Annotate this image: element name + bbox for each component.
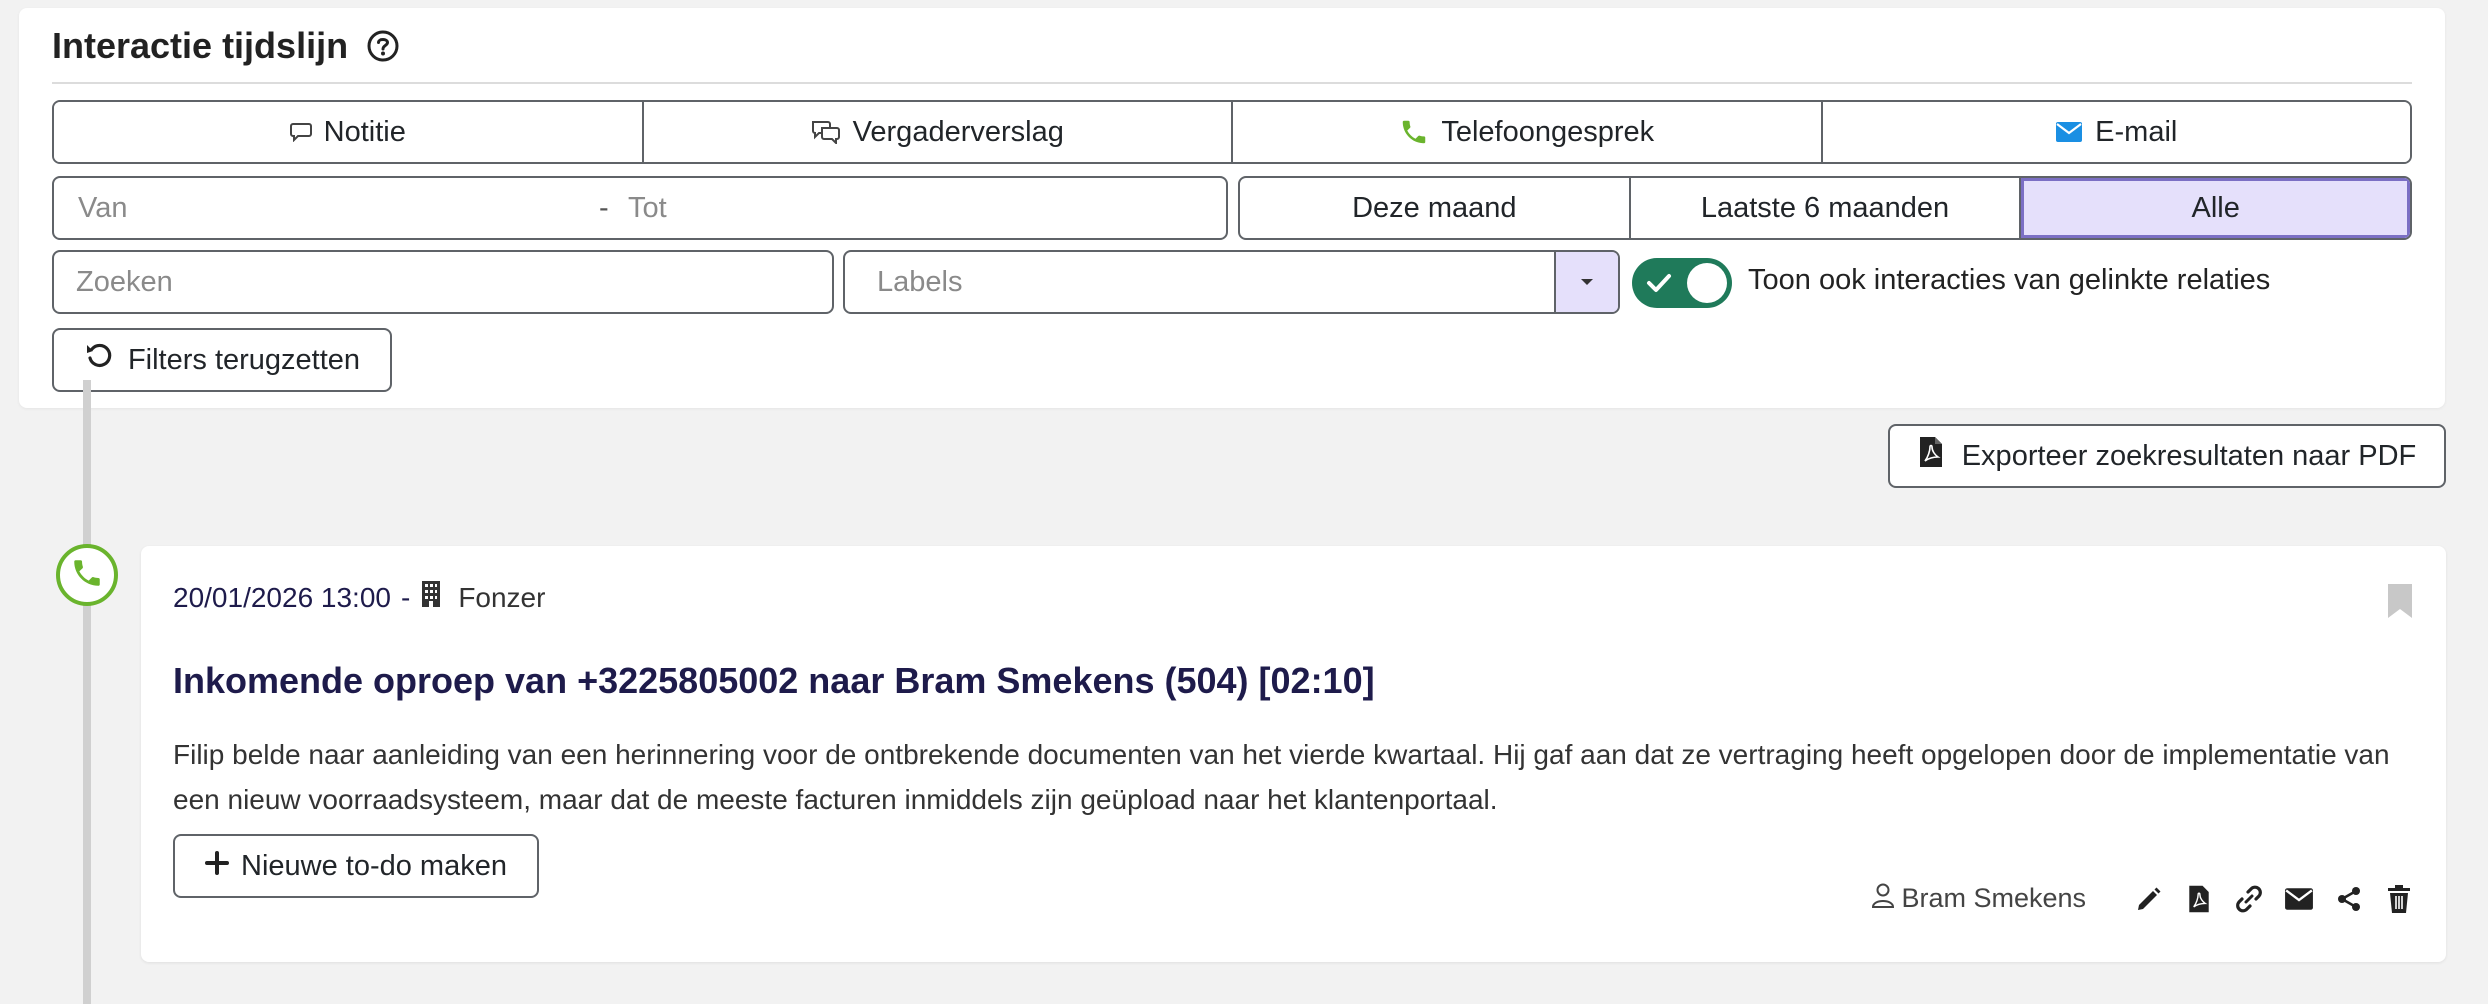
filter-email-button[interactable]: E-mail (1822, 102, 2410, 162)
meeting-icon (811, 120, 841, 144)
date-to-input[interactable] (628, 178, 1188, 238)
author: Bram Smekens (1871, 882, 2086, 915)
labels-select[interactable]: Labels (843, 250, 1620, 314)
toggle-knob (1687, 263, 1727, 303)
interaction-meta: 20/01/2026 13:00 - Fonzer (173, 580, 545, 615)
company-link[interactable]: Fonzer (458, 582, 545, 614)
phone-icon (1399, 117, 1429, 147)
link-icon[interactable] (2234, 884, 2264, 914)
timeline-phone-marker (56, 544, 118, 606)
page-title: Interactie tijdslijn (52, 25, 349, 66)
undo-icon (84, 341, 114, 379)
share-icon[interactable] (2334, 884, 2364, 914)
phone-icon (70, 556, 104, 595)
export-pdf-button[interactable]: Exporteer zoekresultaten naar PDF (1888, 424, 2446, 488)
interaction-type-filter: Notitie Vergaderverslag Telefoongesprek … (52, 100, 2412, 164)
reset-filters-label: Filters terugzetten (127, 343, 361, 376)
envelope-icon (2055, 121, 2083, 143)
interaction-footer: Bram Smekens (1871, 882, 2414, 915)
search-input[interactable] (52, 250, 834, 314)
chevron-down-icon[interactable] (1554, 252, 1618, 312)
interaction-title: Inkomende oproep van +3225805002 naar Br… (173, 660, 1375, 701)
interaction-body: Filip belde naar aanleiding van een heri… (173, 739, 2390, 815)
filter-vergaderverslag-label: Vergaderverslag (852, 115, 1064, 148)
date-range-picker: - (52, 176, 1228, 240)
filter-notitie-label: Notitie (323, 115, 406, 148)
filter-email-label: E-mail (2095, 115, 2178, 148)
linked-relations-label: Toon ook interacties van gelinkte relati… (1748, 264, 2271, 296)
filter-telefoongesprek-label: Telefoongesprek (1441, 115, 1655, 148)
interaction-card: 20/01/2026 13:00 - Fonzer Inkomende opro… (141, 546, 2446, 962)
plus-icon (205, 850, 229, 883)
bookmark-icon[interactable] (2386, 582, 2414, 625)
timeline-line (83, 380, 91, 1004)
date-from-input[interactable] (78, 178, 618, 238)
interaction-datetime: 20/01/2026 13:00 (173, 581, 391, 613)
user-icon (1871, 882, 1895, 915)
date-range-separator: - (599, 192, 609, 224)
new-todo-label: Nieuwe to-do maken (241, 849, 507, 882)
building-icon (420, 580, 442, 615)
period-this-month-button[interactable]: Deze maand (1240, 178, 1631, 238)
note-icon (289, 122, 312, 142)
pdf-file-icon (1918, 435, 1944, 477)
reset-filters-button[interactable]: Filters terugzetten (52, 328, 392, 392)
title-divider (52, 82, 2412, 84)
meta-separator: - (400, 581, 411, 613)
author-name: Bram Smekens (1901, 883, 2086, 913)
linked-relations-toggle[interactable] (1632, 258, 1732, 308)
labels-placeholder: Labels (877, 266, 963, 298)
new-todo-button[interactable]: Nieuwe to-do maken (173, 834, 539, 898)
filter-telefoongesprek-button[interactable]: Telefoongesprek (1233, 102, 1823, 162)
filter-vergaderverslag-button[interactable]: Vergaderverslag (643, 102, 1233, 162)
pdf-icon[interactable] (2184, 884, 2214, 914)
title-row: Interactie tijdslijn (52, 18, 400, 74)
period-last-6-months-button[interactable]: Laatste 6 maanden (1631, 178, 2022, 238)
filter-notitie-button[interactable]: Notitie (54, 102, 644, 162)
export-pdf-label: Exporteer zoekresultaten naar PDF (1961, 439, 2417, 472)
check-icon (1647, 274, 1671, 292)
help-icon[interactable] (366, 29, 400, 63)
edit-icon[interactable] (2134, 884, 2164, 914)
period-all-button[interactable]: Alle (2021, 178, 2410, 238)
mail-icon[interactable] (2284, 884, 2314, 914)
period-filter: Deze maand Laatste 6 maanden Alle (1238, 176, 2412, 240)
trash-icon[interactable] (2384, 884, 2414, 914)
